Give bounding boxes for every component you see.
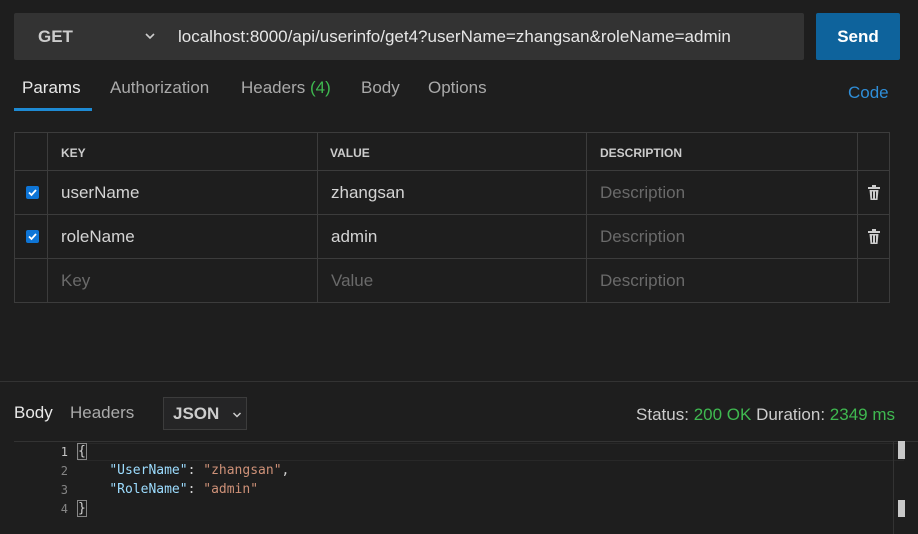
- chevron-down-icon: [232, 412, 242, 418]
- line-number: 1: [60, 445, 68, 459]
- line-number: 3: [60, 483, 68, 497]
- header-key: KEY: [61, 146, 86, 160]
- table-header-row: KEY VALUE DESCRIPTION: [15, 133, 889, 171]
- param-key[interactable]: roleName: [61, 227, 135, 247]
- duration-label: Duration:: [756, 405, 826, 424]
- json-key: "UserName": [109, 463, 188, 478]
- json-string: "zhangsan": [203, 463, 282, 478]
- tab-body[interactable]: Body: [361, 78, 400, 98]
- line-number-gutter: 1 2 3 4: [14, 442, 76, 534]
- url-input[interactable]: localhost:8000/api/userinfo/get4?userNam…: [178, 13, 731, 60]
- code-line: "UserName": "zhangsan",: [109, 463, 290, 478]
- method-label: GET: [38, 26, 73, 46]
- json-string: "admin": [203, 482, 259, 497]
- new-key-input[interactable]: Key: [61, 271, 90, 291]
- open-brace: {: [77, 443, 87, 460]
- active-tab-indicator: [14, 108, 92, 111]
- line-number: 4: [60, 502, 68, 516]
- request-bar: GET localhost:8000/api/userinfo/get4?use…: [14, 13, 804, 60]
- new-param-row: Key Value Description: [15, 259, 889, 302]
- line-number: 2: [60, 464, 68, 478]
- tab-params[interactable]: Params: [22, 78, 81, 98]
- check-icon: [28, 233, 37, 241]
- current-line-highlight: [78, 443, 904, 461]
- new-value-input[interactable]: Value: [331, 271, 373, 291]
- code-line: {: [77, 443, 87, 460]
- response-body-editor[interactable]: 1 2 3 4 { "UserName": "zhangsan", "RoleN…: [14, 441, 918, 534]
- new-description-input[interactable]: Description: [600, 271, 685, 291]
- close-brace: }: [77, 500, 87, 517]
- table-row: roleName admin Description: [15, 215, 889, 259]
- tab-headers[interactable]: Headers (4): [241, 78, 331, 98]
- header-value: VALUE: [330, 146, 370, 160]
- param-description[interactable]: Description: [600, 227, 685, 247]
- duration-value: 2349 ms: [829, 405, 895, 424]
- scrollbar-thumb[interactable]: [898, 500, 905, 517]
- params-table: KEY VALUE DESCRIPTION userName zhangsan …: [14, 132, 890, 303]
- tab-headers-label: Headers: [241, 78, 306, 97]
- response-format-label: JSON: [173, 403, 220, 423]
- trash-icon[interactable]: [867, 229, 881, 245]
- param-value[interactable]: admin: [331, 227, 377, 247]
- chevron-down-icon: [145, 33, 155, 40]
- status-label: Status:: [636, 405, 689, 424]
- scrollbar-thumb[interactable]: [898, 441, 905, 459]
- param-description[interactable]: Description: [600, 183, 685, 203]
- headers-count-badge: (4): [310, 78, 331, 97]
- tab-options[interactable]: Options: [428, 78, 487, 98]
- response-status: Status: 200 OK Duration: 2349 ms: [636, 405, 895, 425]
- row-enabled-checkbox[interactable]: [26, 230, 39, 243]
- code-link[interactable]: Code: [848, 83, 889, 103]
- check-icon: [28, 189, 37, 197]
- response-tab-headers[interactable]: Headers: [70, 403, 134, 423]
- send-button[interactable]: Send: [816, 13, 900, 60]
- param-key[interactable]: userName: [61, 183, 139, 203]
- code-line: "RoleName": "admin": [109, 482, 259, 497]
- editor-ruler: [893, 441, 894, 534]
- response-tab-body[interactable]: Body: [14, 403, 53, 423]
- param-value[interactable]: zhangsan: [331, 183, 405, 203]
- json-key: "RoleName": [109, 482, 188, 497]
- header-description: DESCRIPTION: [600, 146, 683, 160]
- code-line: }: [77, 500, 87, 517]
- status-value: 200 OK: [693, 405, 752, 424]
- table-row: userName zhangsan Description: [15, 171, 889, 215]
- pane-divider[interactable]: [0, 381, 918, 382]
- row-enabled-checkbox[interactable]: [26, 186, 39, 199]
- trash-icon[interactable]: [867, 185, 881, 201]
- response-format-select[interactable]: JSON: [163, 397, 247, 430]
- method-select[interactable]: GET: [14, 13, 164, 60]
- tab-authorization[interactable]: Authorization: [110, 78, 209, 98]
